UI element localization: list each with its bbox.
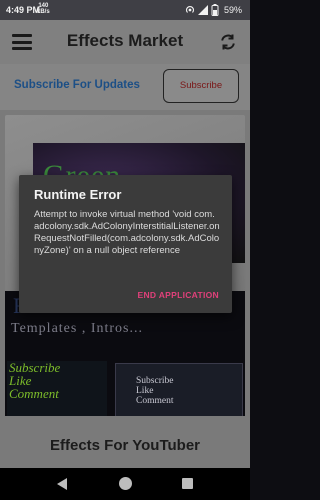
error-dialog: Runtime Error Attempt to invoke virtual … [19, 175, 232, 313]
recent-apps-icon[interactable] [182, 478, 193, 489]
hotspot-icon [185, 6, 195, 13]
thumb-line: Comment [9, 386, 59, 401]
thumb-line: Subscribe [136, 376, 174, 386]
refresh-icon[interactable] [218, 32, 238, 52]
subscribe-button[interactable]: Subscribe [163, 69, 239, 103]
dialog-message: Attempt to invoke virtual method 'void c… [34, 209, 220, 256]
dialog-title: Runtime Error [34, 187, 122, 202]
subscribe-row: Subscribe For Updates Subscribe [0, 64, 250, 110]
effect-thumbnail-subtext: Templates , Intros... [11, 321, 143, 336]
navigation-bar [0, 468, 250, 500]
home-icon[interactable] [119, 477, 132, 490]
battery-percentage: 59% [224, 5, 243, 15]
back-icon[interactable] [57, 478, 67, 490]
subscribe-prompt: Subscribe For Updates [14, 79, 140, 91]
section-title: Effects For YouTuber [49, 437, 200, 454]
network-speed-unit: kB/s [37, 9, 50, 15]
effect-thumbnail-right: Subscribe Like Comment [115, 363, 243, 416]
effect-thumbnail-left: Subscribe Like Comment [7, 361, 107, 416]
signal-icon [198, 5, 208, 15]
page-title: Effects Market [66, 31, 184, 50]
status-bar: 4:49 PM 140 kB/s 59% [0, 0, 250, 20]
hamburger-menu-icon[interactable] [12, 34, 32, 50]
app-header: Effects Market [0, 20, 250, 64]
network-speed: 140 kB/s [37, 3, 50, 15]
end-application-button[interactable]: END APPLICATION [138, 290, 219, 300]
status-time: 4:49 PM [6, 5, 41, 15]
thumb-line: Comment [136, 396, 174, 406]
thumb-line: Like [136, 386, 154, 396]
battery-icon [211, 4, 219, 16]
